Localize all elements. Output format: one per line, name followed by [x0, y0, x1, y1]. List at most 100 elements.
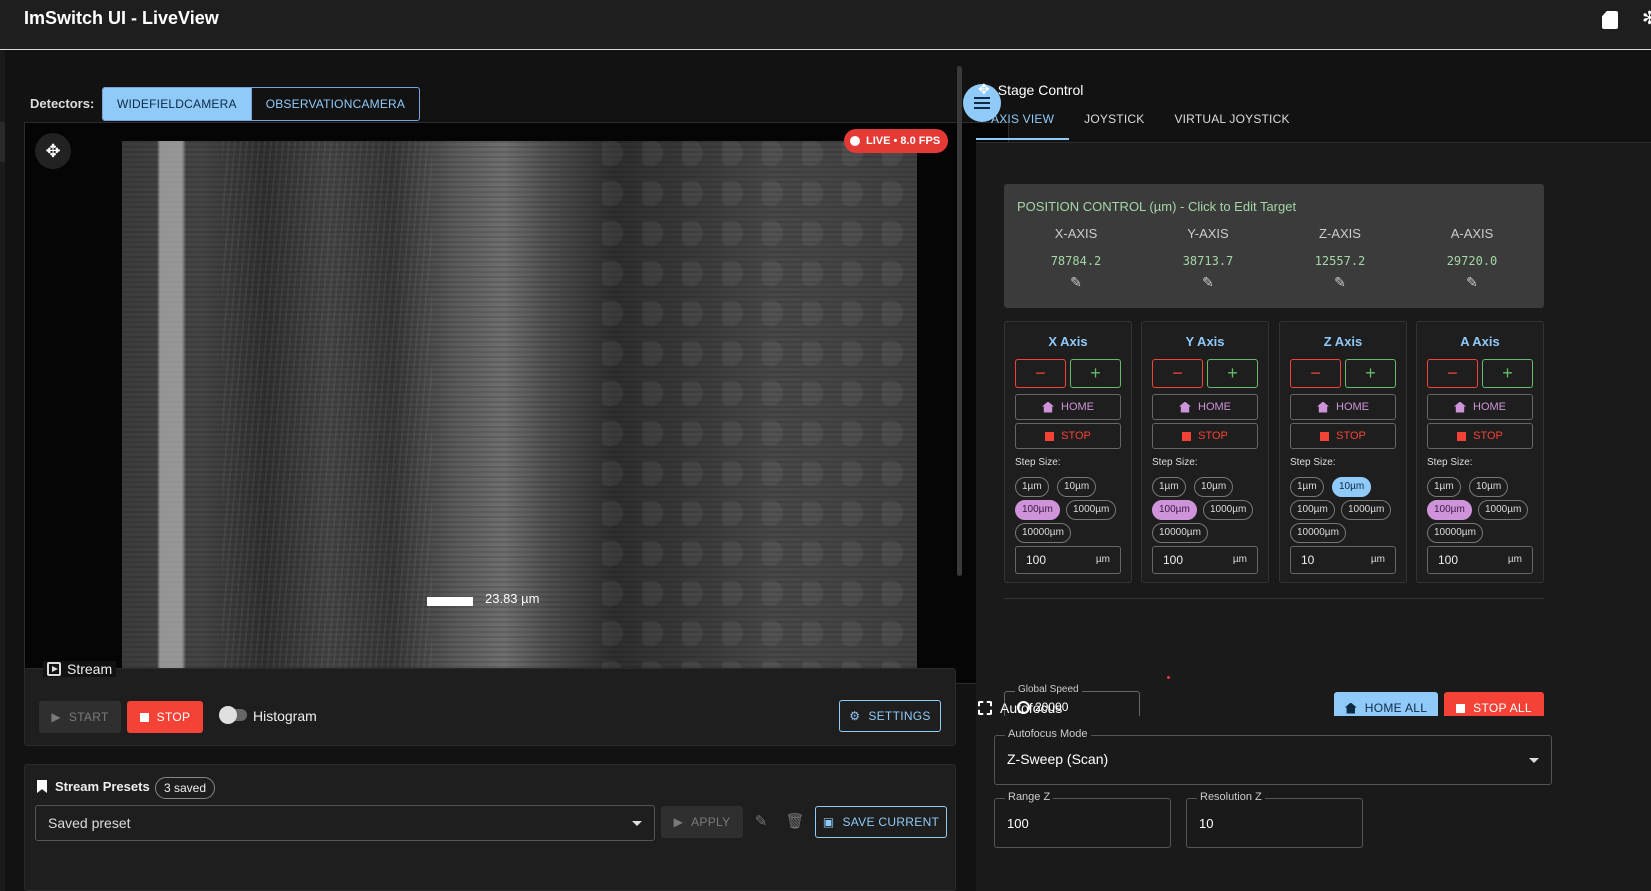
step-size-chip[interactable]: 100µm [1015, 500, 1060, 520]
live-image-viewer[interactable]: ✥ 23.83 µm LIVE • 8.0 FPS [24, 122, 1009, 684]
home-axis-button[interactable]: HOME [1015, 394, 1121, 420]
step-size-chip[interactable]: 1000µm [1066, 500, 1117, 520]
detector-widefield-camera[interactable]: WIDEFIELDCAMERA [103, 88, 251, 120]
tab-axis-view[interactable]: AXIS VIEW [976, 104, 1070, 140]
settings-icon[interactable]: ✻ [1642, 8, 1651, 29]
step-size-input[interactable]: 100 µm [1152, 546, 1258, 574]
axis-card: X Axis − + HOME STOP Step Size: 1µm 10µm 100 µm 10… [1004, 321, 1132, 583]
step-size-value[interactable]: 10 [1301, 553, 1314, 567]
start-stream-button[interactable]: ▶ START [39, 701, 121, 733]
stop-stream-button[interactable]: STOP [127, 701, 203, 733]
delete-preset-icon[interactable]: 🗑 [785, 812, 805, 832]
left-panel-scrollbar[interactable] [957, 66, 962, 576]
pencil-icon[interactable]: ✎ [1464, 274, 1480, 290]
position-z[interactable]: Z-AXIS 12557.2 ✎ [1274, 226, 1406, 290]
step-size-chip[interactable]: 1000µm [1203, 500, 1254, 520]
step-size-label: Step Size: [1152, 457, 1198, 468]
position-axis-value[interactable]: 78784.2 [1010, 254, 1142, 268]
position-axis-value[interactable]: 38713.7 [1142, 254, 1274, 268]
stop-stream-label: STOP [156, 710, 191, 724]
stop-axis-button[interactable]: STOP [1290, 423, 1396, 449]
save-icon: ▣ [822, 815, 835, 829]
step-size-chip[interactable]: 1µm [1427, 477, 1461, 497]
step-size-input[interactable]: 100 µm [1427, 546, 1533, 574]
gamepad-icon[interactable]: ✥ [35, 133, 71, 169]
step-size-chip[interactable]: 10µm [1194, 477, 1234, 497]
sd-card-icon[interactable] [1602, 11, 1618, 29]
tab-joystick[interactable]: JOYSTICK [1069, 104, 1159, 140]
decrement-button[interactable]: − [1290, 359, 1341, 388]
step-size-chip[interactable]: 10000µm [1290, 523, 1346, 543]
step-size-input[interactable]: 10 µm [1290, 546, 1396, 574]
tab-virtual-joystick[interactable]: VIRTUAL JOYSTICK [1159, 104, 1304, 140]
step-size-chip[interactable]: 10µm [1469, 477, 1509, 497]
stream-title-text: Stream [67, 661, 113, 677]
save-current-preset-button[interactable]: ▣ SAVE CURRENT [815, 806, 947, 838]
range-z-label: Range Z [1005, 791, 1054, 803]
decrement-button[interactable]: − [1152, 359, 1203, 388]
position-axis-value[interactable]: 12557.2 [1274, 254, 1406, 268]
position-x[interactable]: X-AXIS 78784.2 ✎ [1010, 226, 1142, 290]
step-size-chip[interactable]: 10000µm [1427, 523, 1483, 543]
step-size-label: Step Size: [1015, 457, 1061, 468]
increment-button[interactable]: + [1207, 359, 1258, 388]
step-size-chip[interactable]: 1µm [1015, 477, 1049, 497]
preset-select[interactable]: Saved preset [35, 805, 655, 841]
step-size-unit: µm [1232, 554, 1247, 565]
step-size-chip[interactable]: 100µm [1427, 500, 1472, 520]
stop-axis-button[interactable]: STOP [1427, 423, 1533, 449]
edit-preset-icon[interactable]: ✎ [751, 812, 771, 832]
live-status-text: LIVE • 8.0 FPS [866, 135, 941, 147]
stop-axis-button[interactable]: STOP [1015, 423, 1121, 449]
range-z-field[interactable]: Range Z 100 [994, 791, 1171, 848]
stream-settings-button[interactable]: ⚙ SETTINGS [839, 700, 941, 732]
home-axis-button[interactable]: HOME [1152, 394, 1258, 420]
histogram-toggle[interactable] [219, 706, 247, 724]
step-size-chip[interactable]: 1µm [1290, 477, 1324, 497]
step-size-value[interactable]: 100 [1438, 553, 1458, 567]
stop-axis-button[interactable]: STOP [1152, 423, 1258, 449]
step-size-chip[interactable]: 10000µm [1152, 523, 1208, 543]
pencil-icon[interactable]: ✎ [1068, 274, 1084, 290]
step-size-input[interactable]: 100 µm [1015, 546, 1121, 574]
step-size-chip[interactable]: 100µm [1290, 500, 1335, 520]
step-size-chip[interactable]: 1000µm [1341, 500, 1392, 520]
range-z-value[interactable]: 100 [1007, 816, 1029, 831]
microscope-image[interactable]: 23.83 µm [122, 141, 917, 675]
step-size-value[interactable]: 100 [1163, 553, 1183, 567]
position-a[interactable]: A-AXIS 29720.0 ✎ [1406, 226, 1538, 290]
step-size-value[interactable]: 100 [1026, 553, 1046, 567]
autofocus-mode-select[interactable]: Autofocus Mode Z-Sweep (Scan) [994, 728, 1552, 785]
scale-bar [427, 597, 473, 606]
apply-preset-label: APPLY [691, 815, 731, 829]
live-dot-icon [850, 136, 860, 146]
increment-button[interactable]: + [1345, 359, 1396, 388]
axis-card-title: Y Axis [1185, 334, 1225, 349]
step-size-chip[interactable]: 1µm [1152, 477, 1186, 497]
home-axis-label: HOME [1198, 401, 1231, 413]
step-size-chip[interactable]: 100µm [1152, 500, 1197, 520]
position-y[interactable]: Y-AXIS 38713.7 ✎ [1142, 226, 1274, 290]
step-size-chip[interactable]: 1000µm [1478, 500, 1529, 520]
save-current-label: SAVE CURRENT [842, 815, 940, 829]
resolution-z-value[interactable]: 10 [1199, 816, 1213, 831]
stop-icon [1456, 703, 1466, 713]
stop-axis-label: STOP [1336, 430, 1366, 442]
decrement-button[interactable]: − [1015, 359, 1066, 388]
position-axis-label: A-AXIS [1450, 226, 1494, 241]
home-icon [1454, 401, 1466, 413]
pencil-icon[interactable]: ✎ [1332, 274, 1348, 290]
increment-button[interactable]: + [1482, 359, 1533, 388]
increment-button[interactable]: + [1070, 359, 1121, 388]
step-size-chip[interactable]: 10000µm [1015, 523, 1071, 543]
step-size-chip[interactable]: 10µm [1332, 477, 1372, 497]
pencil-icon[interactable]: ✎ [1200, 274, 1216, 290]
detector-observation-camera[interactable]: OBSERVATIONCAMERA [250, 88, 419, 120]
apply-preset-button[interactable]: ▶ APPLY [661, 806, 743, 838]
home-axis-button[interactable]: HOME [1427, 394, 1533, 420]
position-axis-value[interactable]: 29720.0 [1406, 254, 1538, 268]
decrement-button[interactable]: − [1427, 359, 1478, 388]
home-axis-button[interactable]: HOME [1290, 394, 1396, 420]
step-size-chip[interactable]: 10µm [1057, 477, 1097, 497]
resolution-z-field[interactable]: Resolution Z 10 [1186, 791, 1363, 848]
